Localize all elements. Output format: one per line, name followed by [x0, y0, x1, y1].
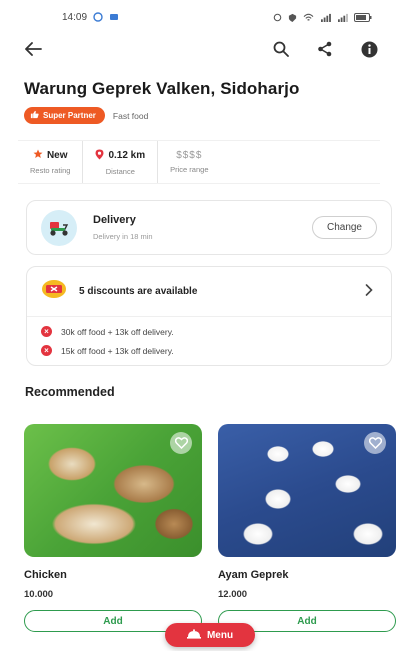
change-delivery-button[interactable]: Change: [311, 216, 377, 239]
status-bar: 14:09: [0, 0, 398, 34]
product-name: Ayam Geprek: [218, 569, 289, 581]
product-image-ayam-geprek[interactable]: [218, 424, 396, 557]
battery-icon: [354, 12, 372, 22]
super-partner-label: Super Partner: [43, 111, 96, 120]
app-bar-actions: [270, 38, 380, 60]
delivery-text: Delivery Delivery in 18 min: [93, 214, 312, 241]
wifi-icon: [303, 13, 314, 22]
product-card-ayam-geprek[interactable]: Ayam Geprek 12.000 Add: [218, 424, 396, 632]
status-time: 14:09: [62, 11, 88, 23]
alarm-icon: [273, 13, 282, 22]
product-image-chicken[interactable]: [24, 424, 202, 557]
discount-item-text: 15k off food + 13k off delivery.: [61, 345, 174, 356]
discount-badge-icon: ×: [41, 345, 52, 356]
stats-row: New Resto rating 0.12 km Distance $$$$ P…: [18, 140, 380, 184]
delivery-subtitle: Delivery in 18 min: [93, 232, 153, 241]
stat-rating-label: Resto rating: [30, 166, 71, 175]
recommended-title: Recommended: [25, 385, 115, 399]
thumbs-up-icon: [30, 110, 39, 121]
menu-button[interactable]: Menu: [165, 623, 255, 647]
stat-price: $$$$ Price range: [158, 141, 220, 183]
signal-icon-2: [337, 13, 348, 22]
app-bar: [0, 34, 398, 64]
product-name: Chicken: [24, 569, 67, 581]
signal-icon: [320, 13, 331, 22]
discount-header[interactable]: 5 discounts are available: [27, 267, 391, 317]
restaurant-name: Warung Geprek Valken, Sidoharjo: [24, 79, 300, 98]
star-icon: [33, 149, 43, 162]
discount-item: × 30k off food + 13k off delivery.: [41, 326, 391, 337]
discount-headline: 5 discounts are available: [79, 286, 198, 297]
share-icon[interactable]: [314, 38, 336, 60]
discount-item-text: 30k off food + 13k off delivery.: [61, 326, 174, 337]
product-card-chicken[interactable]: Chicken 10.000 Add: [24, 424, 202, 632]
delivery-card: Delivery Delivery in 18 min Change: [26, 200, 392, 255]
menu-cloche-icon: [186, 628, 201, 642]
discount-card: 5 discounts are available × 30k off food…: [26, 266, 392, 366]
discount-list: × 30k off food + 13k off delivery. × 15k…: [27, 317, 391, 356]
heart-icon[interactable]: [170, 432, 192, 454]
delivery-scooter-icon: [41, 209, 77, 246]
search-icon[interactable]: [270, 38, 292, 60]
stat-rating-value: New: [46, 150, 68, 161]
product-price: 10.000: [24, 589, 54, 600]
discount-item: × 15k off food + 13k off delivery.: [41, 345, 391, 356]
tag-row: Super Partner Fast food: [24, 107, 148, 124]
delivery-title: Delivery: [93, 214, 136, 226]
product-price: 12.000: [218, 589, 248, 600]
stat-price-label: Price range: [170, 165, 209, 174]
status-left: 14:09: [62, 12, 119, 23]
stat-distance-value: 0.12 km: [108, 150, 146, 161]
stat-price-value: $$$$: [176, 150, 203, 161]
location-pin-icon: [95, 149, 104, 163]
vpn-icon: [288, 13, 297, 22]
info-icon[interactable]: [358, 38, 380, 60]
stat-rating-value-wrap: New: [33, 149, 68, 162]
status-right: [273, 12, 372, 22]
stat-distance: 0.12 km Distance: [83, 141, 159, 183]
stat-distance-value-wrap: 0.12 km: [95, 149, 145, 163]
discount-badge-icon: ×: [41, 326, 52, 337]
whatsapp-icon: [93, 12, 103, 22]
menu-button-label: Menu: [206, 629, 234, 641]
stat-rating: New Resto rating: [18, 141, 84, 183]
heart-icon[interactable]: [364, 432, 386, 454]
super-partner-badge: Super Partner: [24, 107, 105, 124]
arrow-left-icon[interactable]: [22, 38, 44, 60]
stat-distance-label: Distance: [105, 166, 135, 176]
discount-ticket-icon: [41, 279, 67, 304]
message-icon: [109, 12, 119, 22]
category-label: Fast food: [112, 110, 149, 121]
chevron-right-icon: [365, 283, 373, 301]
